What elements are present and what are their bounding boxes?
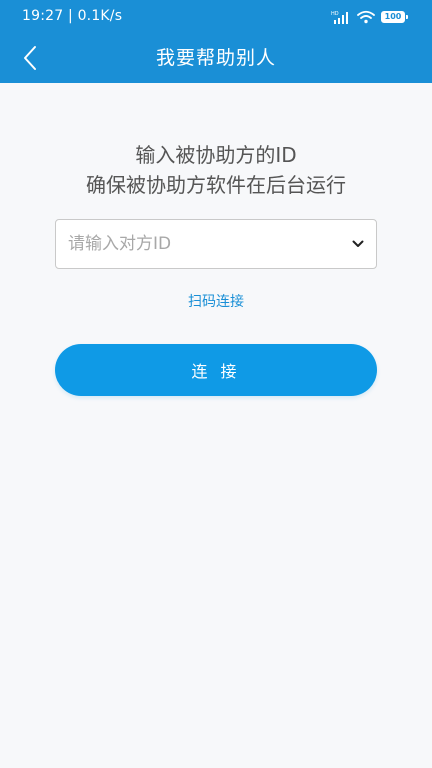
status-icons: HD 100 <box>331 9 408 25</box>
instructions: 输入被协助方的ID 确保被协助方软件在后台运行 <box>0 140 432 200</box>
history-dropdown-button[interactable] <box>340 220 376 268</box>
status-time-speed: 19:27 | 0.1K/s <box>22 8 123 24</box>
battery-icon: 100 <box>381 11 408 23</box>
battery-level: 100 <box>384 12 402 21</box>
scan-qr-link[interactable]: 扫码连接 <box>0 291 432 311</box>
partner-id-input[interactable] <box>56 220 340 268</box>
signal-hd-label: HD <box>331 11 339 17</box>
cell-signal-icon: HD <box>331 11 348 24</box>
status-bar: 19:27 | 0.1K/s HD 100 <box>0 0 432 34</box>
app-header: 19:27 | 0.1K/s HD 100 我要帮助别人 <box>0 0 432 83</box>
connect-button[interactable]: 连 接 <box>55 344 377 396</box>
id-input-container <box>55 219 377 269</box>
page-title: 我要帮助别人 <box>155 47 276 69</box>
chevron-down-icon <box>352 240 364 247</box>
instruction-line-2: 确保被协助方软件在后台运行 <box>86 173 346 197</box>
instruction-line-1: 输入被协助方的ID <box>135 143 297 167</box>
wifi-icon <box>357 10 375 24</box>
nav-bar: 我要帮助别人 <box>0 34 432 83</box>
